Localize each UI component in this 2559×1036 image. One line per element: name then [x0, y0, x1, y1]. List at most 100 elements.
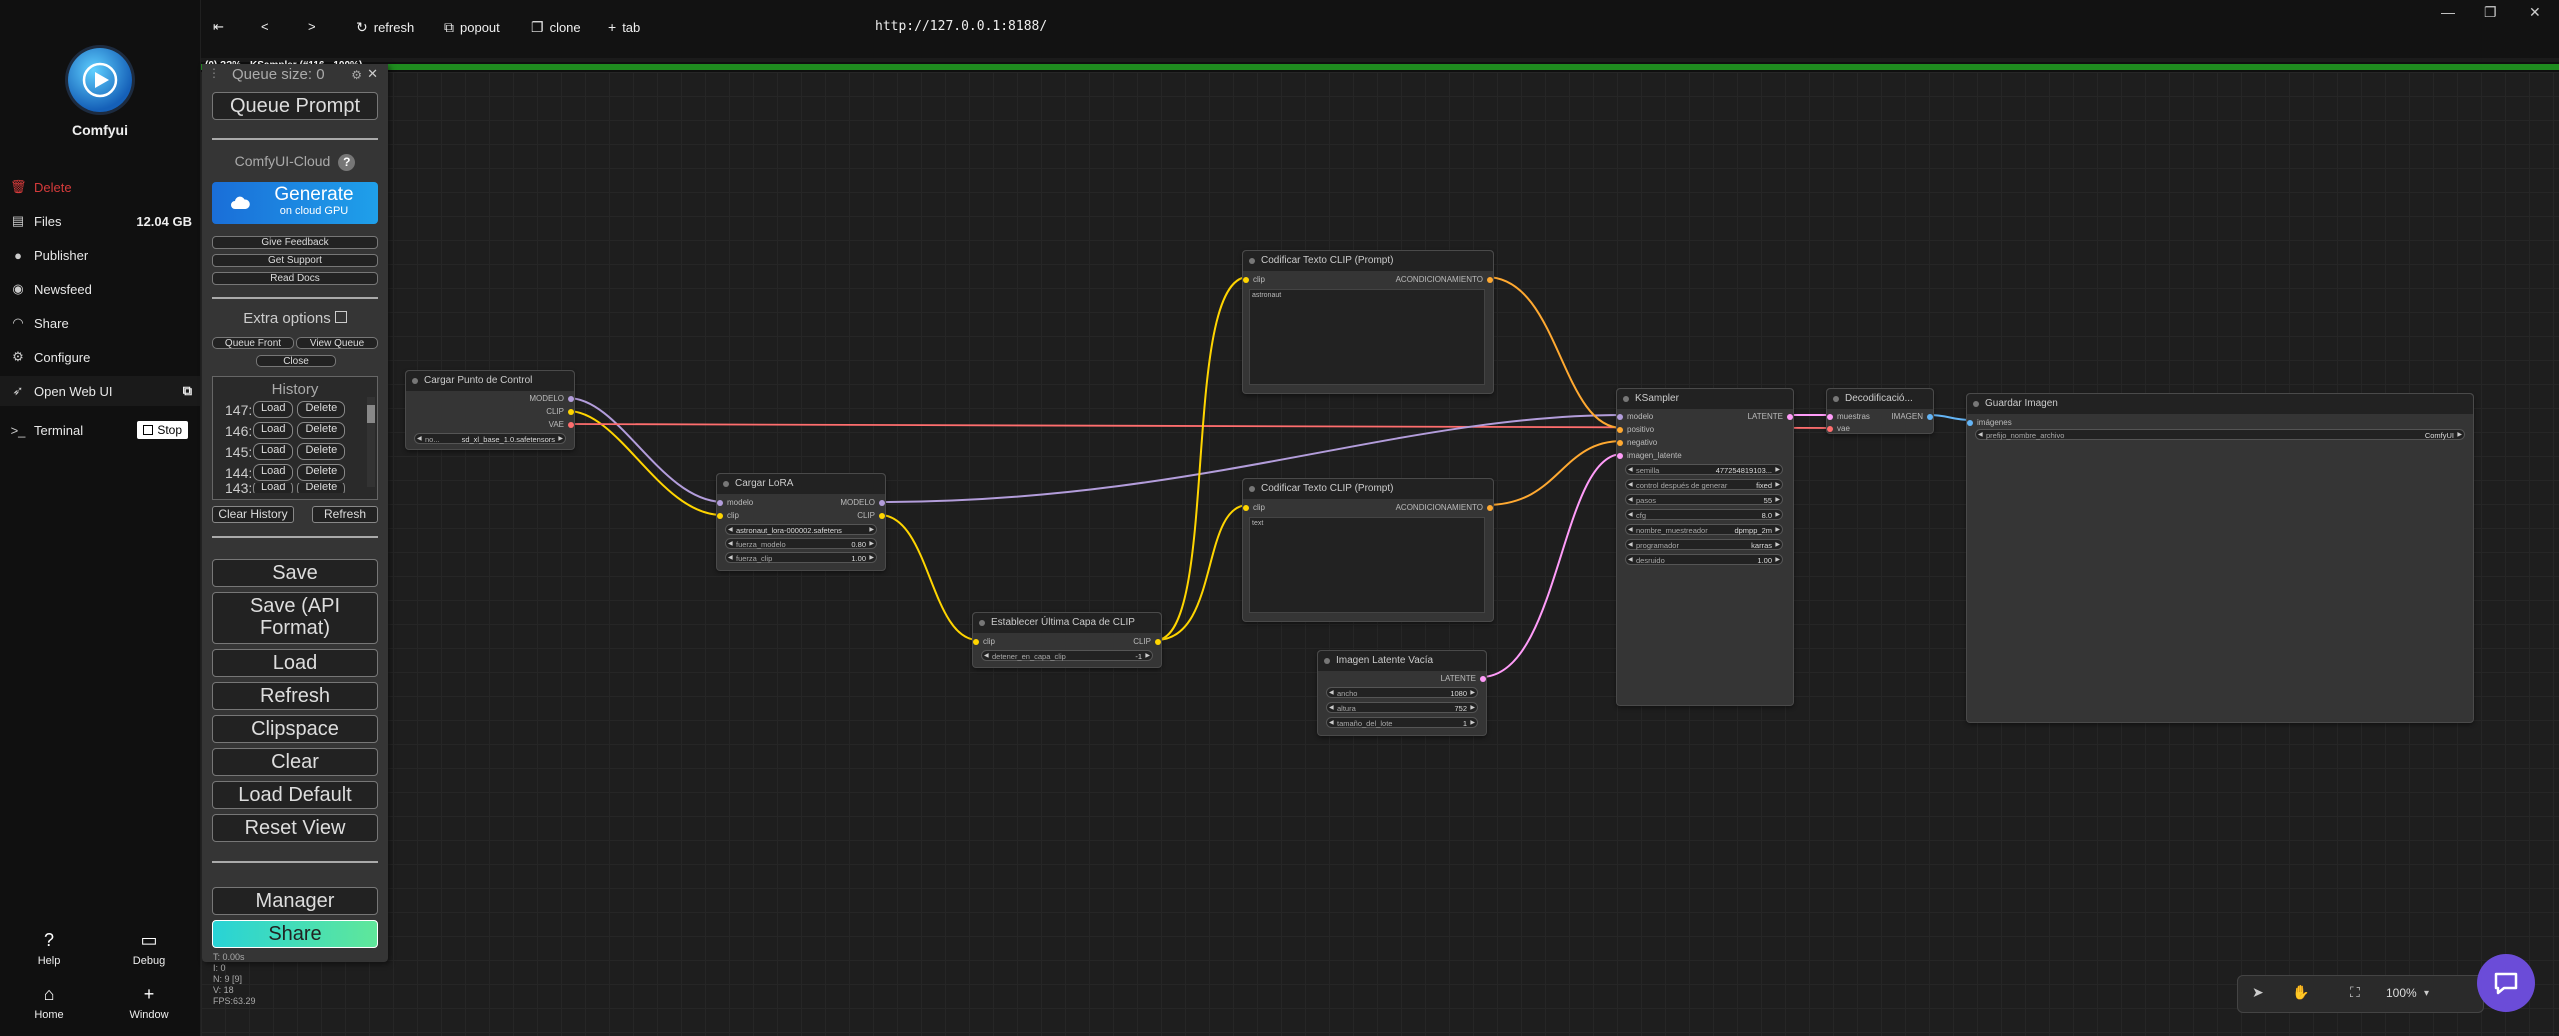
node-clip-text-encode-negative[interactable]: Codificar Texto CLIP (Prompt) clip ACOND… [1242, 478, 1494, 622]
history-load-button[interactable]: Load [253, 401, 294, 418]
queue-prompt-button[interactable]: Queue Prompt [212, 92, 378, 120]
widget-sampler-name[interactable]: nombre_muestreador dpmpp_2m [1625, 524, 1783, 536]
input-clip[interactable]: clip [717, 511, 739, 520]
slot-dot[interactable] [1155, 639, 1161, 645]
close-window-icon[interactable]: ✕ [2529, 4, 2541, 21]
prompt-text-area[interactable]: astronaut [1249, 289, 1485, 385]
node-clip-set-last-layer[interactable]: Establecer Última Capa de CLIP clip CLIP… [972, 612, 1162, 668]
widget-steps[interactable]: pasos 55 [1625, 494, 1783, 506]
history-load-button[interactable]: Load [253, 422, 294, 439]
prompt-text-area[interactable]: text [1249, 517, 1485, 613]
widget-width[interactable]: ancho 1080 [1326, 687, 1478, 699]
hand-icon[interactable]: ✋ [2292, 984, 2309, 1001]
slot-dot[interactable] [879, 500, 885, 506]
generate-cloud-button[interactable]: Generate on cloud GPU [212, 182, 378, 224]
view-queue-button[interactable]: View Queue [296, 337, 378, 349]
history-load-button[interactable]: Load [253, 483, 294, 493]
slot-dot[interactable] [1243, 505, 1249, 511]
node-empty-latent-image[interactable]: Imagen Latente Vacía LATENTE ancho 1080 a… [1317, 650, 1487, 736]
slot-dot[interactable] [568, 396, 574, 402]
slot-dot[interactable] [568, 409, 574, 415]
sidebar-item-open-web-ui[interactable]: ➶ Open Web UI ⧉ [0, 376, 200, 406]
widget-fuerza-clip[interactable]: fuerza_clip 1.00 [725, 552, 877, 564]
node-load-lora[interactable]: Cargar LoRA modelo clip MODELO CLIP astr… [716, 473, 886, 571]
save-button[interactable]: Save [212, 559, 378, 587]
widget-denoise[interactable]: desruido 1.00 [1625, 554, 1783, 566]
slot-dot[interactable] [717, 500, 723, 506]
input-images[interactable]: imágenes [1967, 418, 2012, 427]
slot-dot[interactable] [1617, 414, 1623, 420]
pointer-icon[interactable]: ➤ [2252, 984, 2264, 1001]
clipspace-button[interactable]: Clipspace [212, 715, 378, 743]
widget-stop-at-clip-layer[interactable]: detener_en_capa_clip -1 [981, 650, 1153, 662]
exit-icon[interactable]: ⇤ [213, 19, 224, 35]
back-icon[interactable]: < [261, 19, 269, 34]
drag-handle-icon[interactable]: ⋮ [208, 66, 220, 80]
new-tab-button[interactable]: + tab [608, 19, 640, 35]
history-delete-button[interactable]: Delete [297, 443, 346, 460]
fit-view-icon[interactable]: ⛶ [2350, 984, 2360, 1001]
slot-dot[interactable] [879, 513, 885, 519]
sidebar-item-delete[interactable]: 🗑 Delete [0, 172, 200, 202]
history-load-button[interactable]: Load [253, 464, 294, 481]
scrollbar-thumb[interactable] [367, 405, 375, 423]
refresh-button[interactable]: Refresh [212, 682, 378, 710]
history-scrollbar[interactable] [367, 397, 375, 487]
sidebar-item-terminal[interactable]: >_ Terminal Stop [0, 415, 200, 445]
history-load-button[interactable]: Load [253, 443, 294, 460]
slot-dot[interactable] [1480, 676, 1486, 682]
slot-dot[interactable] [1243, 277, 1249, 283]
output-clip[interactable]: CLIP [1133, 637, 1161, 646]
load-button[interactable]: Load [212, 649, 378, 677]
give-feedback-button[interactable]: Give Feedback [212, 236, 378, 249]
output-conditioning[interactable]: ACONDICIONAMIENTO [1396, 275, 1493, 284]
maximize-icon[interactable]: ❐ [2484, 4, 2497, 21]
save-api-format-button[interactable]: Save (API Format) [212, 592, 378, 644]
widget-lora-name[interactable]: astronaut_lora-000002.safetens [725, 524, 877, 536]
output-latent[interactable]: LATENTE [1748, 412, 1793, 421]
extra-options-checkbox[interactable] [334, 311, 347, 323]
zoom-level[interactable]: 100% [2386, 986, 2417, 1000]
output-clip[interactable]: CLIP [546, 407, 574, 416]
slot-dot[interactable] [717, 513, 723, 519]
widget-fuerza-modelo[interactable]: fuerza_modelo 0.80 [725, 538, 877, 550]
input-clip[interactable]: clip [1243, 503, 1265, 512]
sidebar-item-newsfeed[interactable]: ◉ Newsfeed [0, 274, 200, 304]
slot-dot[interactable] [1787, 414, 1793, 420]
node-vae-decode[interactable]: Decodificació... muestras vae IMAGEN [1826, 388, 1934, 434]
chevron-down-icon[interactable]: ▾ [2424, 988, 2429, 999]
settings-gear-icon[interactable]: ⚙ [351, 68, 362, 82]
debug-button[interactable]: ▭ Debug [119, 930, 179, 967]
input-samples[interactable]: muestras [1827, 412, 1870, 421]
slot-dot[interactable] [1827, 414, 1833, 420]
clear-button[interactable]: Clear [212, 748, 378, 776]
node-load-checkpoint[interactable]: Cargar Punto de Control MODELO CLIP VAE … [405, 370, 575, 450]
clear-history-button[interactable]: Clear History [212, 506, 294, 523]
extra-options-toggle[interactable]: Extra options [202, 310, 388, 327]
output-latent[interactable]: LATENTE [1441, 674, 1486, 683]
slot-dot[interactable] [1617, 427, 1623, 433]
read-docs-button[interactable]: Read Docs [212, 272, 378, 285]
window-button[interactable]: + Window [119, 984, 179, 1021]
queue-front-button[interactable]: Queue Front [212, 337, 294, 349]
output-conditioning[interactable]: ACONDICIONAMIENTO [1396, 503, 1493, 512]
slot-dot[interactable] [1827, 426, 1833, 432]
input-latent-image[interactable]: imagen_latente [1617, 451, 1682, 460]
slot-dot[interactable] [973, 639, 979, 645]
close-queue-button[interactable]: Close [256, 355, 336, 367]
slot-dot[interactable] [1487, 277, 1493, 283]
close-icon[interactable]: ✕ [367, 66, 378, 82]
output-modelo[interactable]: MODELO [840, 498, 885, 507]
input-negativo[interactable]: negativo [1617, 438, 1657, 447]
input-modelo[interactable]: modelo [717, 498, 753, 507]
history-delete-button[interactable]: Delete [297, 483, 346, 493]
reset-view-button[interactable]: Reset View [212, 814, 378, 842]
share-button[interactable]: Share [212, 920, 378, 948]
get-support-button[interactable]: Get Support [212, 254, 378, 267]
widget-filename-prefix[interactable]: prefijo_nombre_archivo ComfyUI [1975, 429, 2465, 441]
node-clip-text-encode-positive[interactable]: Codificar Texto CLIP (Prompt) clip ACOND… [1242, 250, 1494, 394]
output-image[interactable]: IMAGEN [1891, 412, 1933, 421]
widget-seed[interactable]: semilla 477254819103... [1625, 464, 1783, 476]
clone-button[interactable]: ❐ clone [531, 19, 581, 36]
stop-button[interactable]: Stop [137, 421, 188, 439]
